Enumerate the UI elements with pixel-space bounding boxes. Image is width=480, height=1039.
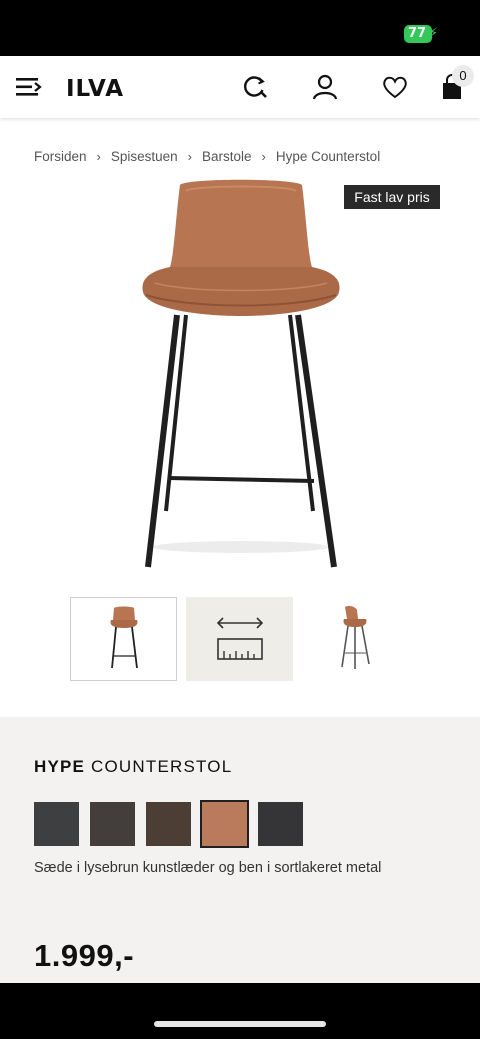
color-swatch-dark-brown-grey[interactable]	[90, 802, 135, 846]
breadcrumb-item-spisestuen[interactable]: Spisestuen	[111, 149, 178, 164]
breadcrumb-item-barstole[interactable]: Barstole	[202, 149, 252, 164]
product-price: 1.999,-	[34, 938, 135, 973]
color-swatch-black[interactable]	[258, 802, 303, 846]
dimensions-icon	[216, 617, 264, 660]
chair-front-thumbnail-image	[110, 606, 138, 669]
charging-icon: ⚡	[428, 26, 438, 41]
search-icon[interactable]	[240, 72, 270, 102]
heart-icon[interactable]	[380, 72, 410, 102]
breadcrumb: Forsiden › Spisestuen › Barstole › Hype Counte…	[34, 149, 380, 164]
breadcrumb-separator: ›	[261, 149, 266, 164]
home-indicator[interactable]	[154, 1021, 326, 1027]
battery-indicator: 77	[404, 25, 432, 43]
account-icon[interactable]	[310, 72, 340, 102]
chair-side-thumbnail-image	[341, 606, 370, 669]
breadcrumb-item-forsiden[interactable]: Forsiden	[34, 149, 87, 164]
fast-lav-pris-badge: Fast lav pris	[344, 185, 440, 209]
thumbnail-gallery	[70, 597, 410, 681]
hamburger-menu-icon[interactable]	[16, 76, 42, 98]
thumbnail-chair-side[interactable]	[302, 597, 409, 681]
color-swatch-dark-brown[interactable]	[146, 802, 191, 846]
breadcrumb-separator: ›	[96, 149, 101, 164]
ilva-logo[interactable]: ILVA	[66, 75, 124, 103]
product-main-image[interactable]	[110, 175, 372, 575]
thumbnail-dimensions[interactable]	[186, 597, 293, 681]
color-swatch-light-brown-selected[interactable]	[200, 800, 249, 848]
product-name: COUNTERSTOL	[91, 757, 233, 776]
product-brand: HYPE	[34, 757, 86, 776]
status-bar: 77 ⚡	[0, 0, 480, 56]
product-description: Sæde i lysebrun kunstlæder og ben i sort…	[34, 860, 382, 876]
product-title: HYPE COUNTERSTOL	[34, 757, 232, 777]
thumbnail-chair-front[interactable]	[70, 597, 177, 681]
breadcrumb-separator: ›	[187, 149, 193, 164]
breadcrumb-item-current: Hype Counterstol	[275, 149, 381, 164]
color-swatch-dark-grey[interactable]	[34, 802, 79, 846]
bottom-system-bar	[0, 983, 480, 1039]
cart-count-badge: 0	[452, 65, 474, 87]
site-header: ILVA 0	[0, 56, 480, 118]
color-swatches	[34, 800, 314, 848]
